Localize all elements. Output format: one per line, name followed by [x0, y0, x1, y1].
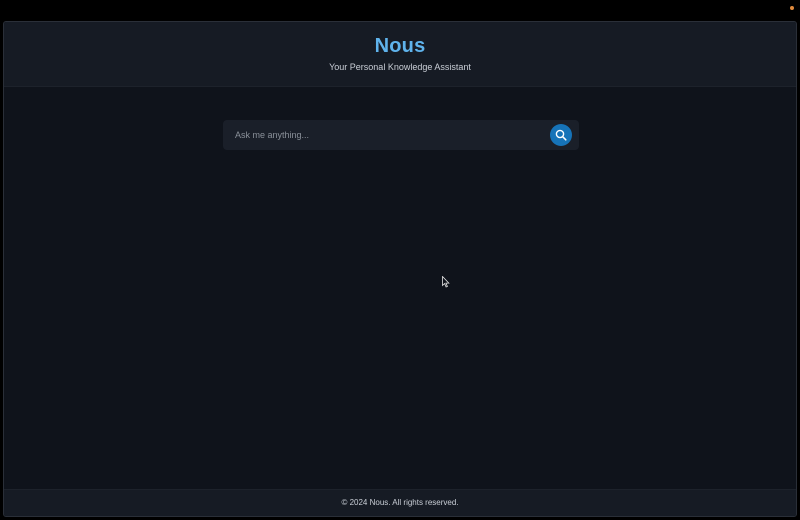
search-input[interactable] [235, 120, 535, 150]
copyright-text: © 2024 Nous. All rights reserved. [341, 498, 459, 507]
mouse-pointer-icon [442, 276, 450, 288]
app-title: Nous [374, 35, 426, 57]
search-bar[interactable] [223, 120, 579, 150]
search-button[interactable] [550, 124, 572, 146]
app-window: Nous Your Personal Knowledge Assistant ©… [3, 21, 797, 517]
app-footer: © 2024 Nous. All rights reserved. [4, 489, 796, 516]
system-top-bar [0, 0, 800, 20]
app-header: Nous Your Personal Knowledge Assistant [4, 22, 796, 87]
status-indicator-icon [790, 6, 794, 10]
app-subtitle: Your Personal Knowledge Assistant [329, 62, 471, 72]
search-icon [555, 129, 567, 141]
